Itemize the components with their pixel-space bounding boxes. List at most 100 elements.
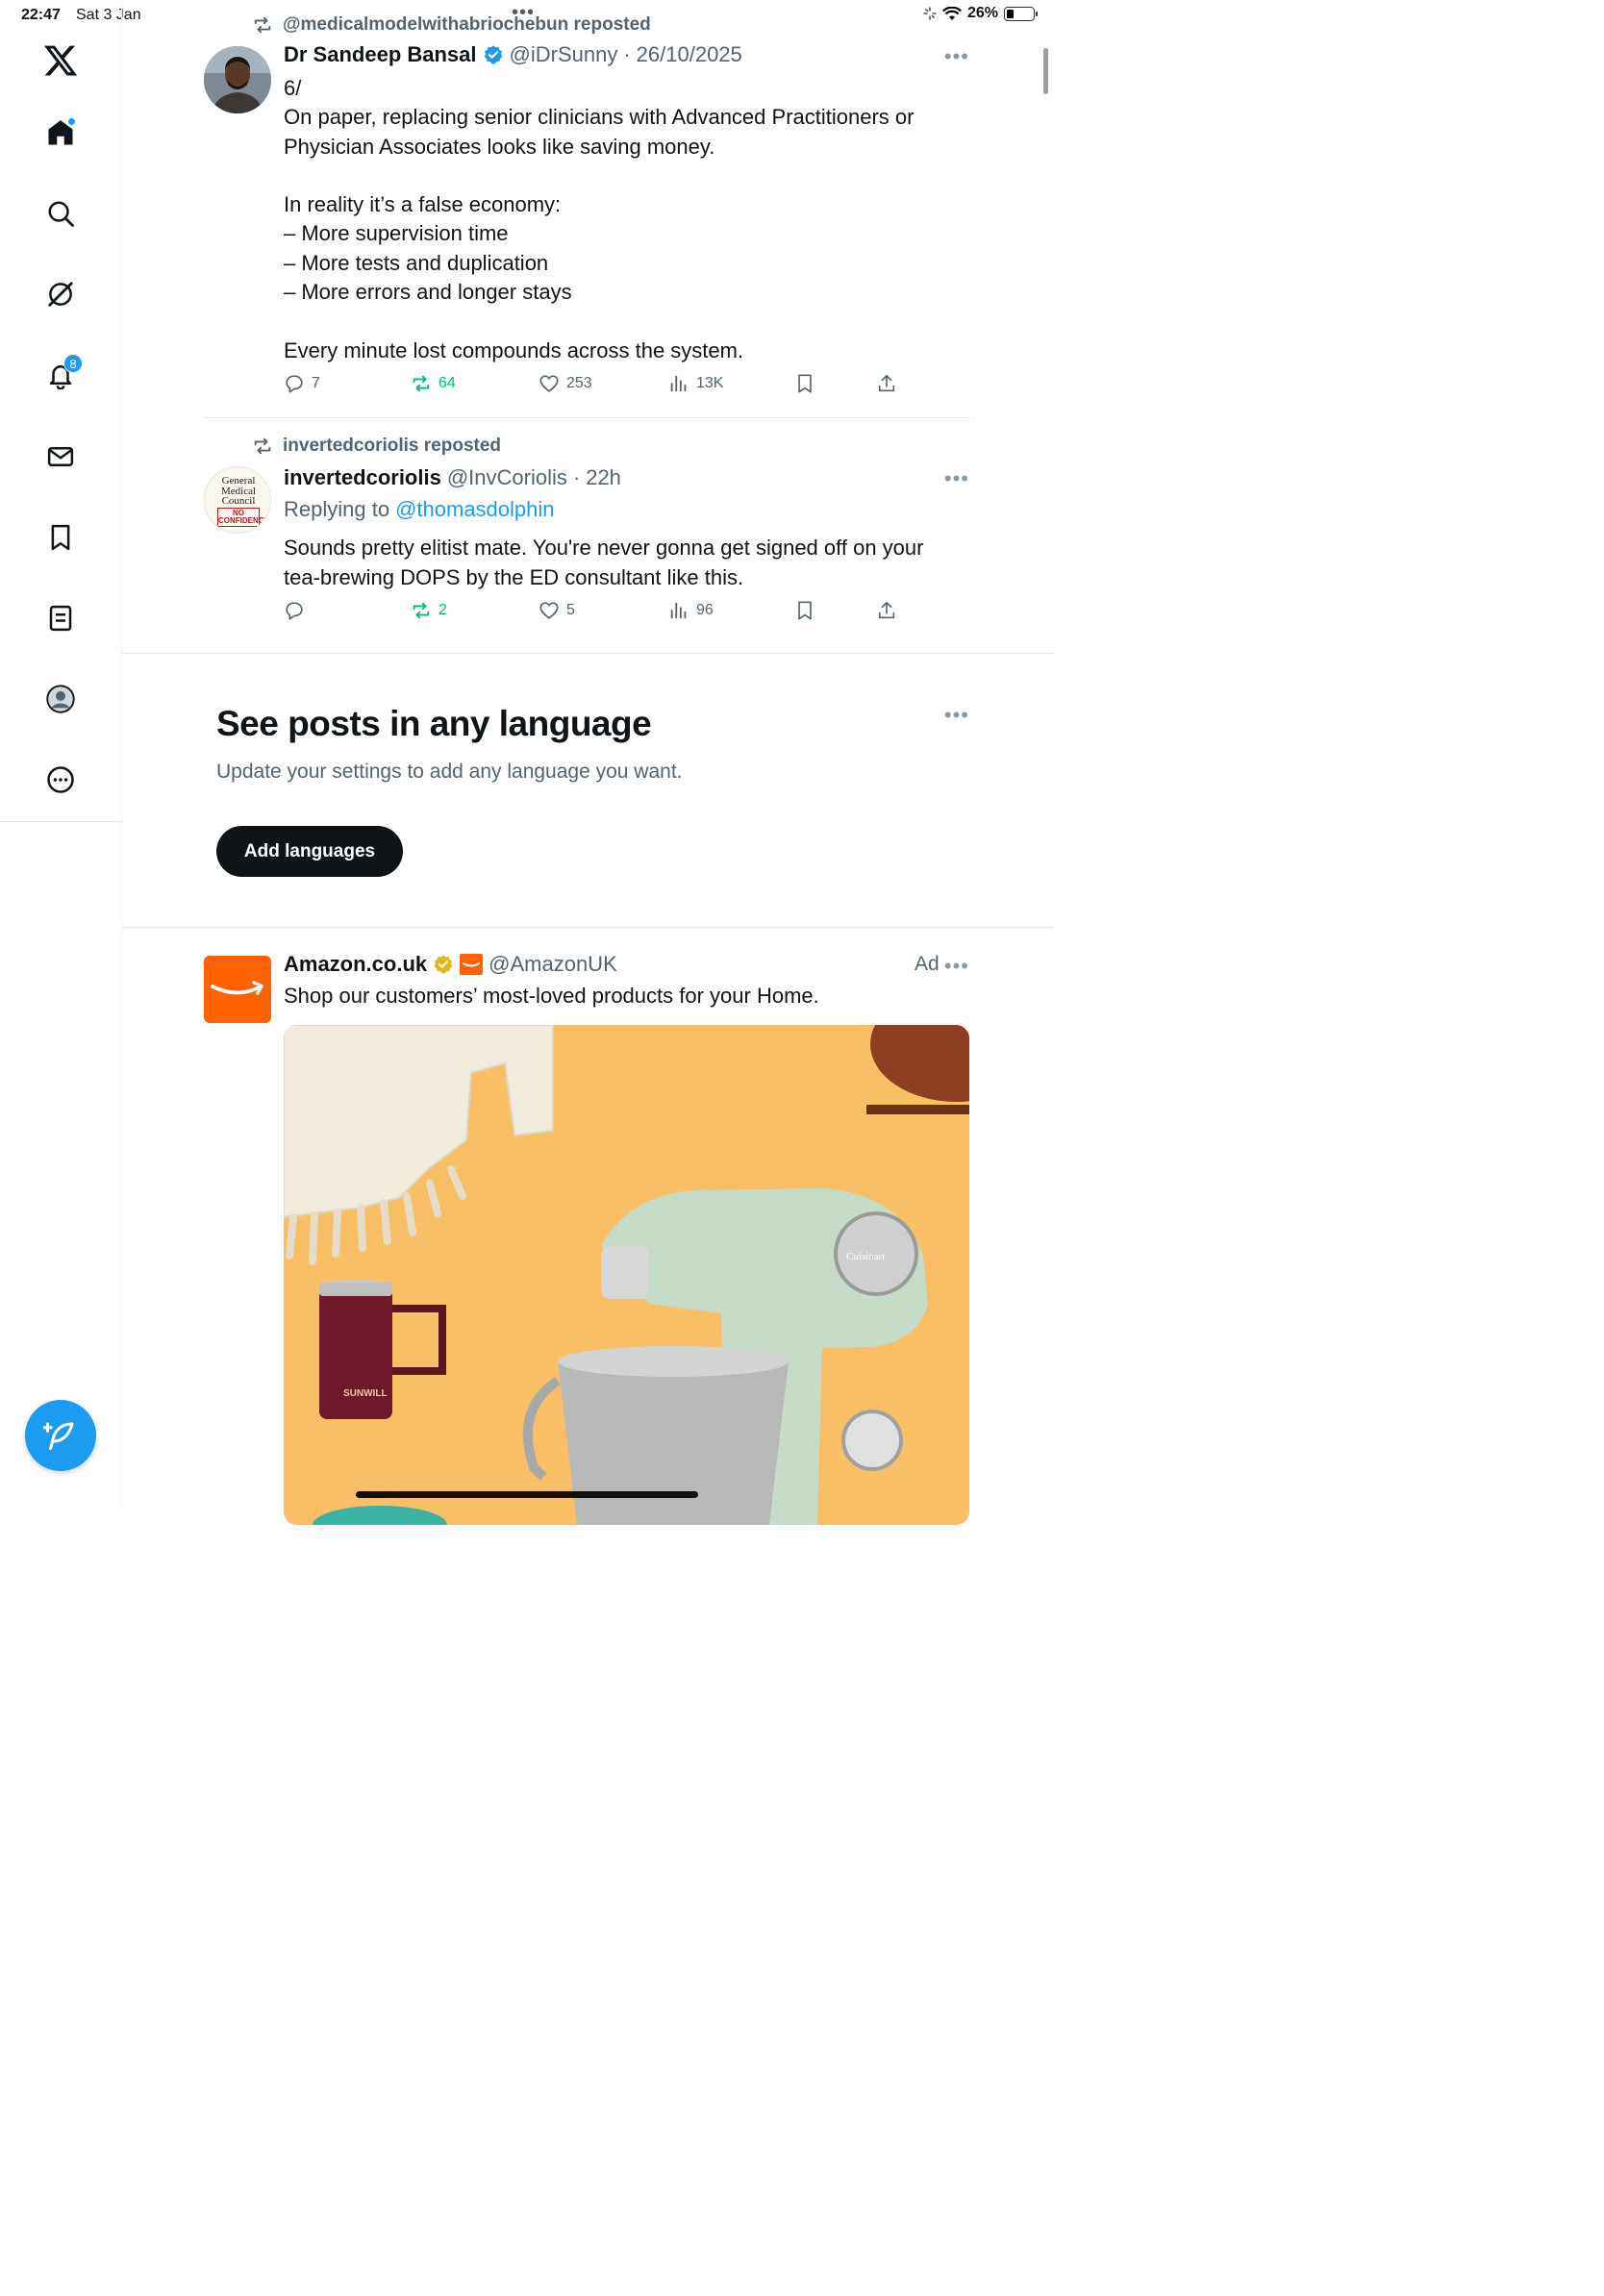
repost-by-label[interactable]: invertedcoriolis reposted <box>283 436 501 457</box>
repost-icon <box>413 375 430 392</box>
repost-by-label[interactable]: @medicalmodelwithabriochebun reposted <box>283 14 651 36</box>
bookmark-icon <box>51 524 70 551</box>
compose-feather-icon <box>43 1422 74 1450</box>
sidebar-item-lists[interactable] <box>38 595 84 641</box>
ad-label: Ad <box>915 953 940 975</box>
share-button[interactable] <box>876 373 897 394</box>
ad-product-image[interactable]: SUNWILL Cuisinart <box>284 1025 969 1525</box>
compose-post-button[interactable] <box>25 1400 96 1471</box>
views-button[interactable]: 13K <box>668 373 723 394</box>
like-count: 253 <box>566 375 592 391</box>
repost-count: 2 <box>439 602 447 618</box>
author-handle[interactable]: @iDrSunny <box>510 42 618 67</box>
reply-button[interactable]: 7 <box>284 373 320 394</box>
mug-brand-text: SUNWILL <box>343 1388 388 1399</box>
language-prompt-title: See posts in any language <box>216 704 652 743</box>
sidebar-item-bookmarks[interactable] <box>38 514 84 561</box>
list-icon <box>49 605 72 632</box>
home-unread-dot <box>67 117 76 126</box>
affiliate-amazon-badge-icon <box>460 954 484 975</box>
advertiser-name[interactable]: Amazon.co.uk <box>284 952 427 977</box>
sidebar-item-search[interactable] <box>38 190 84 237</box>
author-name[interactable]: Dr Sandeep Bansal <box>284 42 477 67</box>
heart-icon <box>539 602 559 619</box>
reply-icon <box>286 602 303 620</box>
tweet-card[interactable]: invertedcoriolis reposted General Medica… <box>204 418 969 654</box>
timeline: @medicalmodelwithabriochebun reposted Dr… <box>122 0 1054 1525</box>
like-button[interactable]: 5 <box>539 600 575 621</box>
reply-count: 7 <box>312 375 320 391</box>
sidebar-item-messages[interactable] <box>38 434 84 480</box>
more-options-button[interactable]: ••• <box>944 703 969 728</box>
sidebar-item-notifications[interactable]: 8 <box>38 352 84 398</box>
heart-icon <box>539 375 559 392</box>
more-options-button[interactable]: ••• <box>944 466 969 491</box>
language-prompt-subtitle: Update your settings to add any language… <box>216 761 683 783</box>
amazon-logo-avatar[interactable] <box>204 956 271 1023</box>
avatar[interactable] <box>204 46 271 113</box>
sidebar-item-home[interactable] <box>38 110 84 156</box>
section-divider <box>122 653 1054 654</box>
views-count: 13K <box>696 375 724 391</box>
stamp-text-line: CONFIDENCE <box>218 515 269 525</box>
repost-indicator: invertedcoriolis reposted <box>252 436 501 457</box>
ad-text: Shop our customers’ most-loved products … <box>284 984 819 1008</box>
repost-button[interactable]: 2 <box>411 600 447 621</box>
avatar-text-line: General <box>221 475 256 487</box>
more-circle-icon <box>47 766 74 793</box>
scrollbar-thumb[interactable] <box>1043 48 1048 94</box>
advertiser-handle[interactable]: @AmazonUK <box>489 952 617 977</box>
mail-icon <box>47 447 74 466</box>
author-name[interactable]: invertedcoriolis <box>284 465 441 490</box>
views-chart-icon <box>670 602 687 619</box>
more-options-button[interactable]: ••• <box>944 44 969 69</box>
avatar-gmc-logo: General Medical Council NO CONFIDENCE <box>205 475 270 527</box>
repost-icon <box>254 16 271 34</box>
section-divider <box>122 927 1054 928</box>
tweet-text: 6/ On paper, replacing senior clinicians… <box>284 76 915 362</box>
meta-separator: · <box>623 42 631 66</box>
avatar[interactable]: General Medical Council NO CONFIDENCE <box>204 466 271 534</box>
views-button[interactable]: 96 <box>668 600 714 621</box>
sidebar: 8 <box>0 0 122 1508</box>
sidebar-item-more[interactable] <box>38 757 84 803</box>
repost-count: 64 <box>439 375 456 391</box>
no-confidence-stamp: NO CONFIDENCE <box>217 507 269 527</box>
sidebar-item-grok[interactable] <box>38 271 84 317</box>
person-photo-icon <box>204 46 271 113</box>
repost-icon <box>254 437 271 455</box>
reply-button[interactable] <box>284 600 312 621</box>
share-button[interactable] <box>876 600 897 621</box>
more-options-button[interactable]: ••• <box>944 954 969 979</box>
x-logo-icon[interactable] <box>42 42 79 79</box>
tweet-text: Sounds pretty elitist mate. You're never… <box>284 536 924 589</box>
views-count: 96 <box>696 602 714 618</box>
notifications-badge: 8 <box>63 354 83 373</box>
share-icon <box>878 374 895 392</box>
tweet-time[interactable]: 22h <box>586 465 621 490</box>
views-chart-icon <box>670 375 687 392</box>
replying-to-link[interactable]: @thomasdolphin <box>395 497 554 522</box>
author-handle[interactable]: @InvCoriolis <box>447 465 567 490</box>
profile-avatar-icon <box>46 685 75 713</box>
add-languages-button[interactable]: Add languages <box>216 826 403 877</box>
kitchen-products-illustration: SUNWILL Cuisinart <box>284 1025 969 1525</box>
replying-to: Replying to @thomasdolphin <box>284 497 555 522</box>
share-icon <box>878 601 895 619</box>
ad-header: Amazon.co.uk @AmazonUK <box>284 952 617 977</box>
repost-button[interactable]: 64 <box>411 373 456 394</box>
reply-icon <box>286 375 303 393</box>
like-button[interactable]: 253 <box>539 373 592 394</box>
verified-badge-icon <box>484 45 502 64</box>
mixer-brand-text: Cuisinart <box>846 1251 885 1262</box>
home-indicator[interactable] <box>356 1491 698 1498</box>
verified-gold-badge-icon <box>434 955 453 974</box>
bookmark-button[interactable] <box>794 373 815 394</box>
tweet-card[interactable]: @medicalmodelwithabriochebun reposted Dr… <box>204 0 969 418</box>
meta-separator: · <box>572 465 581 489</box>
tweet-time[interactable]: 26/10/2025 <box>637 42 742 67</box>
repost-icon <box>413 602 430 619</box>
grok-icon <box>48 282 73 307</box>
sidebar-item-profile[interactable] <box>38 676 84 722</box>
bookmark-button[interactable] <box>794 600 815 621</box>
